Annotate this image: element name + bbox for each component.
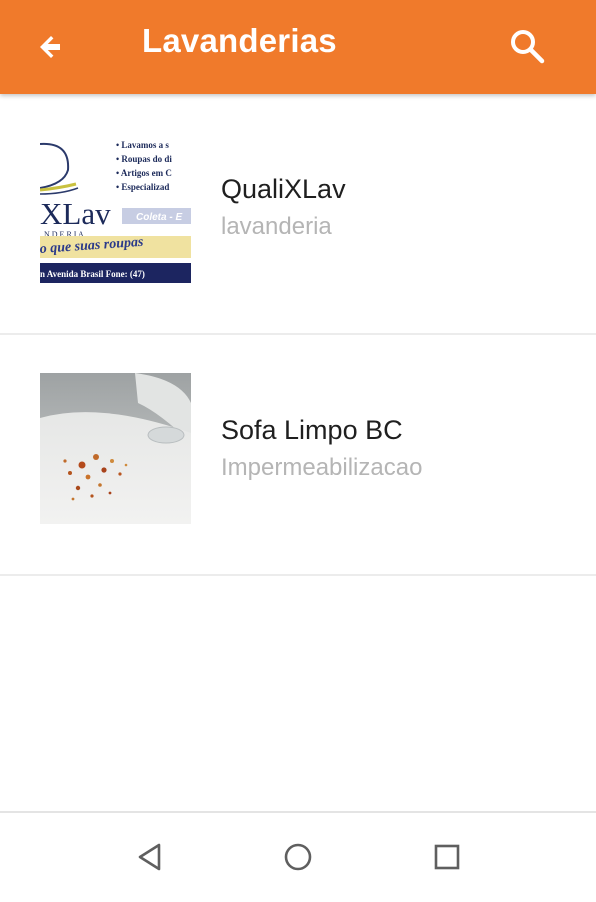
thumb-logo-text: XLav: [40, 196, 111, 231]
thumb-line: • Especializad: [116, 182, 169, 192]
list-item[interactable]: Sofa Limpo BC Impermeabilizacao: [0, 335, 596, 576]
list-item[interactable]: • Lavamos a s • Roupas do di • Artigos e…: [0, 94, 596, 335]
arrow-back-icon: [40, 36, 60, 58]
back-button[interactable]: [28, 24, 76, 72]
qualixlav-thumbnail: • Lavamos a s • Roupas do di • Artigos e…: [40, 132, 191, 283]
thumb-footer: n Avenida Brasil Fone: (47): [40, 269, 145, 279]
nav-home-button[interactable]: [276, 835, 320, 879]
nav-back-button[interactable]: [128, 835, 172, 879]
thumb-tag: Coleta - E: [136, 212, 182, 223]
page-title: Lavanderias: [142, 22, 337, 59]
nav-back-icon: [138, 843, 161, 871]
nav-recents-icon: [434, 844, 460, 870]
sofa-limpo-thumbnail: [40, 373, 191, 524]
search-button[interactable]: [502, 22, 550, 70]
laundry-list: • Lavamos a s • Roupas do di • Artigos e…: [0, 94, 596, 576]
app-bar: Lavanderias: [0, 0, 596, 94]
laundry-name: Sofa Limpo BC: [221, 415, 403, 445]
thumb-line: • Lavamos a s: [116, 140, 169, 150]
laundry-category: lavanderia: [221, 213, 332, 240]
laundry-category: Impermeabilizacao: [221, 454, 423, 481]
nav-home-icon: [284, 843, 312, 871]
laundry-name: QualiXLav: [221, 174, 346, 204]
search-icon: [511, 30, 545, 64]
system-nav-bar: [0, 811, 596, 902]
nav-recents-button[interactable]: [425, 835, 469, 879]
thumb-line: • Artigos em C: [116, 168, 172, 178]
thumb-line: • Roupas do di: [116, 154, 172, 164]
